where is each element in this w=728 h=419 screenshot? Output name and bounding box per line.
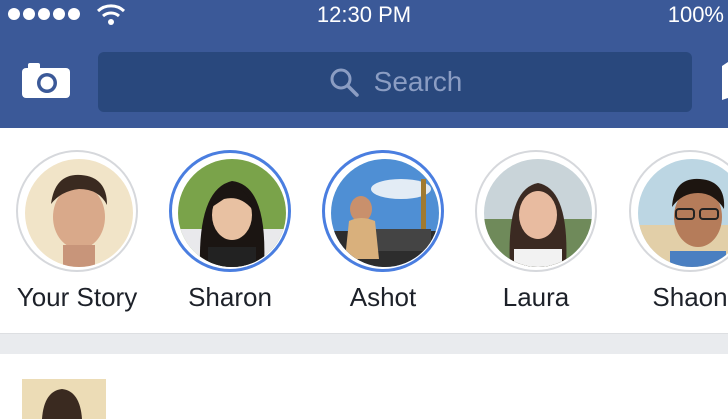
status-bar: 12:30 PM 100% [0,0,728,30]
post-composer[interactable] [0,354,728,419]
search-placeholder: Search [373,66,463,97]
avatar [638,159,728,267]
app-header: 12:30 PM 100% Search [0,0,728,128]
avatar [178,159,286,267]
story-ring [629,150,728,272]
avatar [25,159,133,267]
avatar [331,159,439,267]
story-label: Laura [502,282,570,312]
story-ring [16,150,138,272]
avatar [484,159,592,267]
story-ring [475,150,597,272]
camera-icon[interactable] [20,60,72,100]
avatar [22,379,106,419]
messenger-icon[interactable] [718,58,728,104]
story-label: Your Story [16,282,138,312]
story-label: Shaon [652,282,728,312]
stories-tray: Your Story Sharon Ashot Laura Shaon [0,128,728,333]
search-bar[interactable]: Search [98,52,692,112]
story-label: Sharon [188,282,272,312]
status-time: 12:30 PM [316,2,412,27]
battery-percent: 100% [667,2,724,27]
story-ring [169,150,291,272]
story-ring [322,150,444,272]
search-icon [330,68,359,97]
story-label: Ashot [349,282,417,312]
section-divider [0,333,728,355]
